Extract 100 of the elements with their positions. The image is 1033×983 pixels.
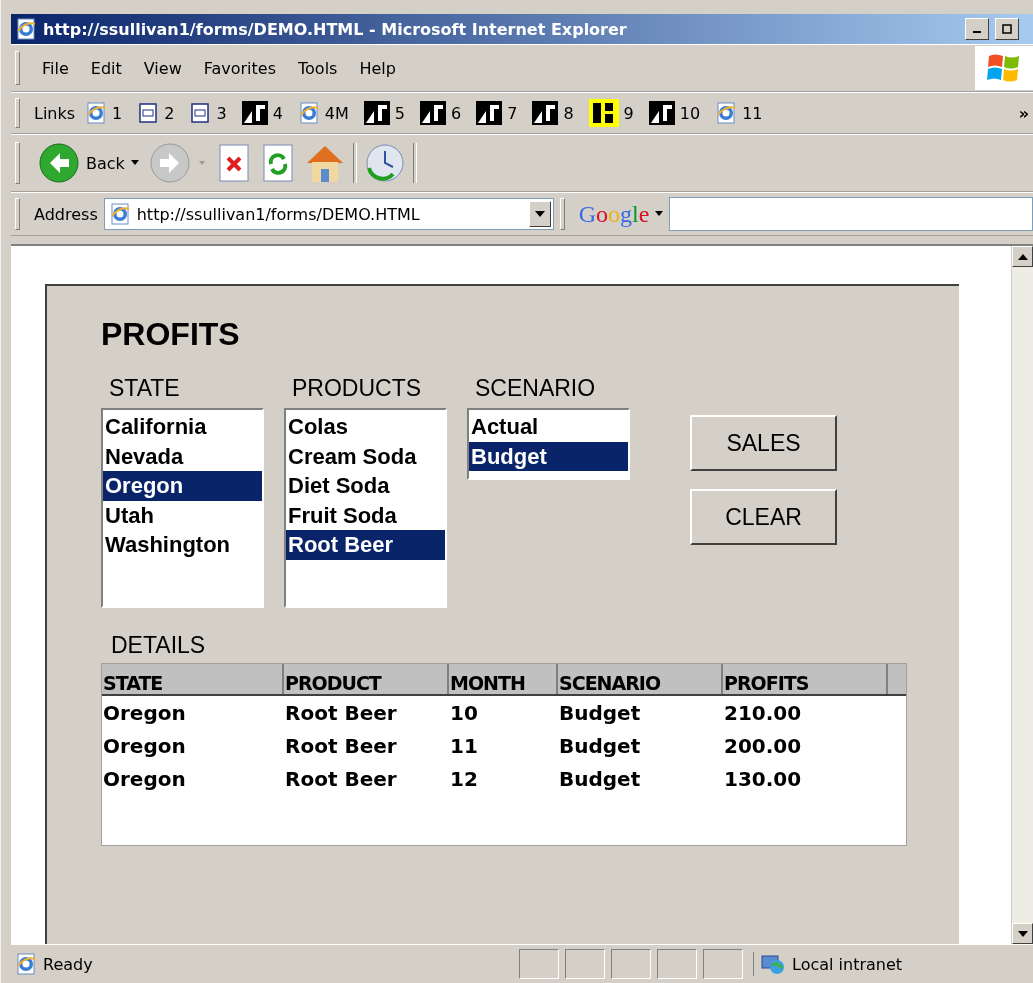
list-option[interactable]: Actual <box>469 412 628 442</box>
list-option[interactable]: Cream Soda <box>286 441 445 471</box>
link-button[interactable]: 9 <box>588 99 634 127</box>
table-cell-text: 12 <box>449 766 479 791</box>
column-header[interactable]: STATE <box>102 664 284 694</box>
window-title: http://ssullivan1/forms/DEMO.HTML - Microsoft Internet Explorer <box>43 19 628 39</box>
globe-icon <box>760 952 786 976</box>
table-cell-text: Root Beer <box>284 700 398 725</box>
table-cell-text: 11 <box>449 733 479 758</box>
link-button[interactable]: 4 <box>241 101 283 125</box>
browser-page-icon <box>108 203 131 225</box>
address-label: Address <box>34 204 98 224</box>
browser-page-icon <box>15 18 37 40</box>
table-cell-text: Oregon <box>102 733 187 758</box>
browser-page-icon <box>297 102 320 124</box>
table-cell-text: Root Beer <box>284 766 398 791</box>
link-button[interactable]: 6 <box>420 101 462 125</box>
zone-text: Local intranet <box>792 954 903 974</box>
dropdown-button[interactable] <box>528 201 551 227</box>
link-button[interactable]: 10 <box>648 101 701 125</box>
list-option[interactable]: Root Beer <box>286 530 445 560</box>
tile-icon <box>476 101 503 125</box>
menu-item[interactable]: Help <box>351 54 404 82</box>
menu-item[interactable]: Tools <box>290 54 346 82</box>
caret-icon[interactable] <box>534 211 545 217</box>
list-option[interactable]: Budget <box>469 441 628 471</box>
windows-logo-icon <box>987 52 1021 84</box>
document-icon <box>137 102 160 124</box>
list-option[interactable]: California <box>103 412 262 442</box>
menu-item[interactable]: File <box>34 54 77 82</box>
tile-icon <box>648 101 675 125</box>
link-button[interactable]: 11 <box>715 102 763 124</box>
menu-item[interactable]: Favorites <box>195 54 284 82</box>
list-option[interactable]: Diet Soda <box>286 471 445 501</box>
link-button[interactable]: 7 <box>476 101 518 125</box>
link-button[interactable]: 8 <box>532 101 574 125</box>
maximize-button[interactable] <box>995 18 1019 40</box>
document-icon <box>189 102 212 124</box>
list-option[interactable]: Nevada <box>103 441 262 471</box>
table-cell-text: Budget <box>558 766 642 791</box>
list-box[interactable]: Colas Cream Soda Diet Soda Fruit Soda Root Beer <box>284 408 447 608</box>
search-field[interactable] <box>669 197 1033 231</box>
table-cell-text: Root Beer <box>284 733 398 758</box>
list-box[interactable]: California Nevada Oregon Utah Washington <box>101 408 264 608</box>
status-pane <box>703 949 743 979</box>
form-button[interactable]: SALES <box>690 415 837 471</box>
caret-icon[interactable] <box>130 160 139 166</box>
link-button[interactable]: 2 <box>137 102 175 124</box>
list-option[interactable]: Utah <box>103 500 262 530</box>
list-option[interactable]: Oregon <box>103 471 262 501</box>
form-button[interactable]: CLEAR <box>690 489 837 545</box>
list-label: PRODUCTS <box>291 375 422 402</box>
address-field[interactable]: http://ssullivan1/forms/DEMO.HTML <box>103 198 554 230</box>
status-text: Ready <box>43 954 94 974</box>
tile-icon <box>420 101 447 125</box>
tile-icon <box>363 101 390 125</box>
column-header[interactable]: PRODUCT <box>284 664 449 694</box>
status-pane <box>565 949 605 979</box>
more-links-chevron[interactable]: » <box>1018 103 1029 123</box>
links-label: Links <box>34 103 76 123</box>
scroll-down-button[interactable] <box>1012 923 1033 944</box>
list-option[interactable]: Colas <box>286 412 445 442</box>
table-cell-text: Budget <box>558 700 642 725</box>
table-cell-text: 200.00 <box>723 733 803 758</box>
link-button[interactable]: 4M <box>297 102 349 124</box>
list-option[interactable]: Washington <box>103 530 262 560</box>
column-header[interactable]: SCENARIO <box>558 664 723 694</box>
status-pane <box>657 949 697 979</box>
scrollbar[interactable] <box>1011 246 1033 944</box>
status-pane <box>611 949 651 979</box>
caret-icon[interactable] <box>655 211 664 217</box>
list-label: STATE <box>108 375 180 402</box>
table-cell-text: Oregon <box>102 700 187 725</box>
menu-item[interactable]: View <box>135 54 190 82</box>
table-cell-text: 10 <box>449 700 479 725</box>
table-cell-text: Oregon <box>102 766 187 791</box>
browser-page-icon <box>85 102 108 124</box>
up-arrow-icon[interactable] <box>1017 253 1028 260</box>
status-pane <box>519 949 559 979</box>
minimize-button[interactable] <box>965 18 989 40</box>
menu-item[interactable]: Edit <box>82 54 130 82</box>
tile-icon <box>241 101 268 125</box>
back-button[interactable]: Back <box>34 142 143 184</box>
column-header[interactable]: MONTH <box>449 664 558 694</box>
scroll-up-button[interactable] <box>1012 246 1033 267</box>
tile-icon <box>588 99 619 127</box>
tile-icon <box>532 101 559 125</box>
link-button[interactable]: 1 <box>85 102 123 124</box>
down-arrow-icon[interactable] <box>1017 930 1028 937</box>
browser-page-icon <box>15 953 37 975</box>
details-label: DETAILS <box>110 632 206 659</box>
page-title: PROFITS <box>101 316 240 353</box>
table-cell-text: 210.00 <box>723 700 803 725</box>
column-header[interactable]: PROFITS <box>723 664 888 694</box>
table-cell-text: 130.00 <box>723 766 803 791</box>
maximize-icon[interactable] <box>1002 24 1012 34</box>
list-option[interactable]: Fruit Soda <box>286 500 445 530</box>
list-box[interactable]: Actual Budget <box>467 408 630 480</box>
link-button[interactable]: 3 <box>189 102 227 124</box>
link-button[interactable]: 5 <box>363 101 406 125</box>
